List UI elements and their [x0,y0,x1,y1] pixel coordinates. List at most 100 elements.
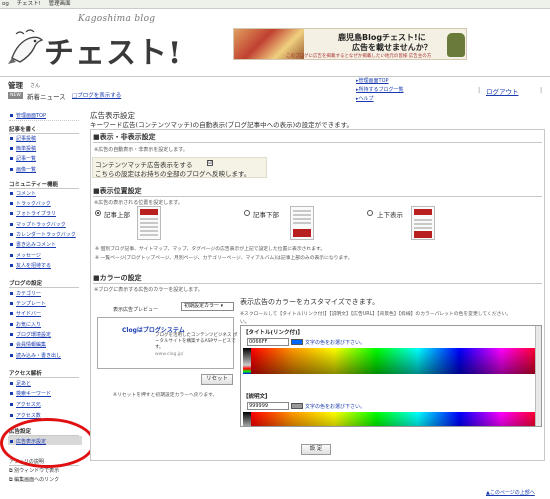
customize-note-cont: い。 [240,320,250,325]
position-note-1: ※ 個別ブログ記事、サイトマップ、マップ、タグページの広告表示が上記で設定した位… [95,247,326,252]
submit-button[interactable]: 設 定 [301,444,331,455]
admin-name: 管理 [8,81,23,90]
sidebar-item-comments[interactable]: コメント [9,190,36,197]
admin-top-label: 管理画面TOP [358,78,389,84]
edit-screen-link-label: 編集画面へのリンク [14,477,60,483]
desc-color-palette[interactable] [251,412,541,426]
sidebar-item-map-trackback[interactable]: マップトラックバック [10,221,66,228]
page-subtitle: キーワード広告(コンテンツマッチ)の自動表示(ブログ記事中への表示)の設定ができ… [90,121,353,129]
position-top-thumbnail [137,206,161,240]
edit-screen-link-item[interactable]: ⧉ 編集画面へのリンク [9,476,59,483]
page-top-link[interactable]: ▲このページの上部へ [486,489,535,496]
topbar-item[interactable]: 管理画面 [49,1,71,7]
fish-logo-icon [8,29,44,64]
new-window-item[interactable]: ⧉ 別ウィンドウで表示 [9,467,59,474]
ad-banner[interactable]: 鹿児島Blogチェスト!に 広告を載せませんか？ このブログに広告を掲載するとな… [233,28,467,60]
sidebar-item-referrers[interactable]: アクセス元 [10,401,41,408]
customize-note: ※スクロールして【タイトル(リンク付)】【説明文】【広告URL】【背景色】【枠線… [240,312,512,317]
help-label: ヘルプ [358,96,374,102]
banner-line-3: このブログに広告を掲載するとなぜか掲載したい地元の皆様 広告主の方 [286,54,432,59]
separator: | [478,86,481,94]
sidebar-item-photo-library[interactable]: フォトライブラリ [9,210,56,217]
topbar-item[interactable]: og [2,1,9,7]
title-gray-palette[interactable] [243,348,251,374]
title-color-input[interactable]: 0066FF [247,338,289,346]
sidebar-item-import-export[interactable]: 読み込み・書き出し [9,352,61,359]
position-section-note: ※広告の表示される位置を設定します。 [94,200,183,206]
sidebar-item-blog-env[interactable]: ブログ環境設定 [9,331,51,338]
highlight-circle [0,418,95,468]
color-section-note: ※ブログに表示する広告のカラーを設定します。 [94,287,203,293]
banner-character-icon [447,33,465,57]
preset-color-select[interactable]: 初期設定カラー ▾ [181,302,234,311]
title-color-palette[interactable] [251,348,541,374]
admin-suffix: さん [30,83,41,89]
reset-button[interactable]: リセット [201,374,233,385]
position-note-2: ※ 一覧ページ(ブログトップページ、月別ページ、カテゴリーページ、マイアルバム)… [95,256,353,261]
position-label-both: 上下表示 [377,211,403,219]
position-bottom-thumbnail [290,206,314,240]
owned-blogs-label: 所持するブログ一覧 [358,87,404,93]
content-match-checkbox[interactable]: ☑ [207,160,213,166]
preview-ad-desc: す。 [155,345,164,350]
position-both-thumbnail [411,206,435,240]
apply-all-note: こちらの設定はお持ちの全部のブログへ反映します。 [95,170,251,178]
news-link[interactable]: 新着ニュース [27,91,66,101]
title-color-swatch [291,339,303,345]
palette-scrollbar[interactable] [535,326,541,426]
desc-color-label: 【説明文】 [243,394,271,400]
sidebar-item-messages[interactable]: メッセージ [10,252,41,259]
title-color-hint: 文字の色をお選び下さい。 [305,340,366,346]
desc-color-hint: 文字の色をお選び下さい。 [305,404,366,410]
sidebar-item-quick-post[interactable]: 簡単投稿 [9,145,36,152]
position-section-title: ■表示位置設定 [93,187,142,195]
display-section-note: ※広告の自動表示・非表示を設定します。 [94,147,188,153]
sidebar-item-calendar-trackback[interactable]: カレンダートラックバック [10,231,76,238]
banner-line-2: 広告を載せませんか？ [352,43,432,52]
sidebar-section-community: コミュニティー機能 [9,180,79,189]
view-blog-label: ブログを表示する [77,93,122,99]
view-blog-link[interactable]: □ブログを表示する [72,91,121,99]
preview-ad-desc: ータルサイトを構築するASPサービスで [155,339,236,344]
customize-title: 表示広告のカラーをカスタマイズできます。 [240,298,380,306]
sidebar-section-analytics: アクセス解析 [9,369,79,378]
sidebar-section-blog-settings: ブログの設定 [9,279,79,288]
top-bar: og チェスト! 管理画面 [0,0,550,9]
separator: | [540,86,543,94]
sidebar-item-template[interactable]: テンプレート [10,300,46,307]
news-badge: NEW [8,92,23,99]
sidebar-item-post-list[interactable]: 記事一覧 [9,155,36,162]
topbar-item[interactable]: チェスト! [17,1,41,7]
owned-blogs-link[interactable]: ▸所持するブログ一覧 [356,86,404,93]
position-radio-bottom[interactable] [244,210,250,216]
sidebar-item-written-comments[interactable]: 書き込みコメント [9,241,56,248]
help-link[interactable]: ▸ヘルプ [356,95,374,102]
position-radio-top[interactable] [95,210,101,216]
color-section-title: ■カラーの設定 [93,274,142,282]
sidebar-item-image-list[interactable]: 画像一覧 [9,166,36,173]
position-label-bottom: 記事下部 [253,211,279,219]
position-radio-both[interactable] [367,210,373,216]
admin-top-link[interactable]: ▸管理画面TOP [356,77,389,84]
site-logo[interactable]: チェスト! [44,28,182,72]
position-label-top: 記事上部 [104,211,130,219]
color-palette-panel: 【タイトル(リンク付)】 0066FF 文字の色をお選び下さい。 【説明文】 9… [240,325,542,427]
sidebar-item-footprints[interactable]: 足あと [9,380,31,387]
sidebar-item-search-keywords[interactable]: 検索キーワード [9,390,51,397]
sidebar-item-invite-friend[interactable]: 友人を招待する [9,262,51,269]
display-section-title: ■表示・非表示設定 [93,133,156,141]
preview-ad-url: www.clog.jp/ [155,352,184,357]
title-color-label: 【タイトル(リンク付)】 [243,330,304,336]
sidebar-item-category[interactable]: カテゴリー [9,290,41,297]
logo-subtitle: Kagoshima blog [78,14,156,24]
sidebar-item-member-info[interactable]: 会員情報編集 [9,341,46,348]
sidebar-item-sidebar[interactable]: サイドバー [9,310,41,317]
sidebar-item-favorites[interactable]: お気に入り [9,321,41,328]
desc-color-input[interactable]: 999999 [247,402,289,410]
sidebar-item-post[interactable]: 記事投稿 [9,135,36,142]
new-window-label: 別ウィンドウで表示 [14,468,60,474]
desc-gray-palette[interactable] [243,412,251,426]
logout-link[interactable]: ログアウト [486,86,519,96]
sidebar-item-trackback[interactable]: トラックバック [10,200,51,207]
sidebar-admin-top[interactable]: 管理画面TOP [9,112,46,119]
